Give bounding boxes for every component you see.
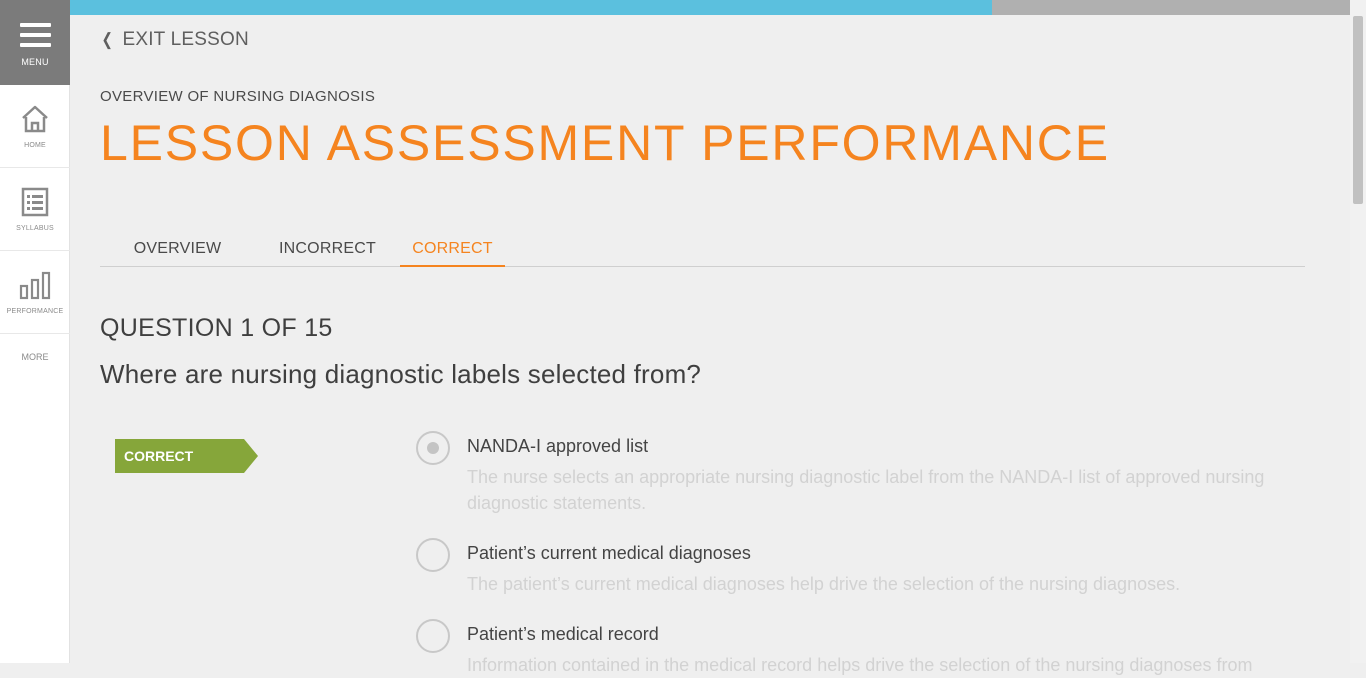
page-title: LESSON ASSESSMENT PERFORMANCE — [100, 115, 1110, 171]
performance-icon — [19, 271, 51, 299]
option-rationale: The nurse selects an appropriate nursing… — [467, 467, 1265, 513]
tab-correct[interactable]: CORRECT — [400, 233, 505, 267]
option-rationale: The patient’s current medical diagnoses … — [467, 574, 1181, 594]
sidebar-item-home[interactable]: HOME — [0, 85, 70, 168]
home-icon — [22, 105, 48, 132]
sidebar-item-label: PERFORMANCE — [6, 307, 64, 315]
option-radio[interactable] — [416, 619, 450, 653]
correct-badge: CORRECT — [115, 439, 258, 473]
exit-lesson-link[interactable]: ❮ EXIT LESSON — [100, 29, 249, 51]
page-scrollbar[interactable] — [1350, 0, 1366, 663]
option-rationale: Information contained in the medical rec… — [467, 655, 1253, 675]
option-radio[interactable] — [416, 431, 450, 465]
hamburger-icon — [19, 22, 51, 47]
tab-overview[interactable]: OVERVIEW — [100, 233, 255, 267]
option-label: Patient’s medical record — [467, 624, 659, 644]
menu-label: MENU — [21, 56, 49, 67]
lesson-progress-bar — [70, 0, 1350, 15]
lesson-name: OVERVIEW OF NURSING DIAGNOSIS — [100, 88, 376, 105]
sidebar-item-syllabus[interactable]: SYLLABUS — [0, 168, 70, 251]
sidebar-item-performance[interactable]: PERFORMANCE — [0, 251, 70, 334]
badge-arrow — [244, 439, 258, 473]
option-label: NANDA-I approved list — [467, 436, 649, 456]
chevron-left-icon: ❮ — [101, 30, 114, 49]
question-number: QUESTION 1 OF 15 — [100, 314, 333, 342]
sidebar-item-label: HOME — [24, 141, 46, 149]
sidebar-item-label: SYLLABUS — [16, 224, 54, 232]
menu-button[interactable]: MENU — [0, 0, 70, 85]
scrollbar-thumb[interactable] — [1353, 16, 1363, 204]
syllabus-icon — [21, 187, 49, 216]
progress-fill — [70, 0, 992, 15]
question-text: Where are nursing diagnostic labels sele… — [100, 359, 702, 389]
option-radio[interactable] — [416, 538, 450, 572]
option-label: Patient’s current medical diagnoses — [467, 543, 751, 563]
sidebar-more-link[interactable]: MORE — [0, 352, 70, 362]
correct-badge-label: CORRECT — [115, 439, 244, 473]
tab-bar: OVERVIEW INCORRECT CORRECT — [100, 233, 1305, 267]
exit-lesson-label: EXIT LESSON — [122, 29, 249, 50]
tab-incorrect[interactable]: INCORRECT — [255, 233, 400, 267]
sidebar-nav: MENU HOME SYLLABUS PERFORMANCE MORE — [0, 0, 70, 663]
